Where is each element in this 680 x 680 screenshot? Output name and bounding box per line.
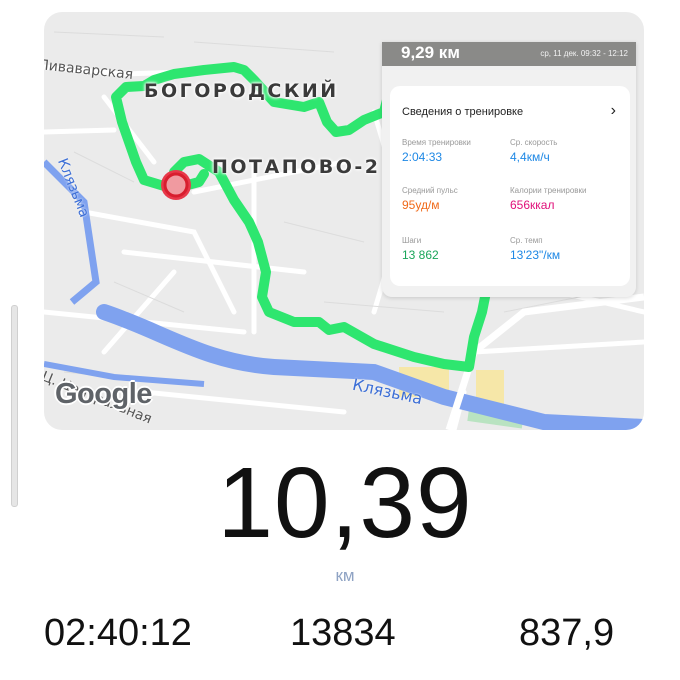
overlay-distance: 9,29 км xyxy=(401,43,460,62)
metric-value: 95уд/м xyxy=(402,198,440,212)
metric-value: 4,4км/ч xyxy=(510,150,550,164)
metric-calories: Калории тренировки 656ккал xyxy=(510,186,620,212)
metric-value: 656ккал xyxy=(510,198,555,212)
map-view[interactable]: Пиваварская БОГОРОДСКИЙ ПОТАПОВО-2 Ц. Це… xyxy=(44,12,644,430)
metric-avg-heart-rate: Средний пульс 95уд/м xyxy=(402,186,512,212)
total-distance-unit: км xyxy=(335,566,355,585)
duration-value: 02:40:12 xyxy=(44,612,192,654)
metric-duration: Время тренировки 2:04:33 xyxy=(402,138,512,164)
total-distance-value: 10,39 xyxy=(217,447,473,559)
district-label-bogorodsky: БОГОРОДСКИЙ xyxy=(144,80,339,102)
metric-avg-speed: Ср. скорость 4,4км/ч xyxy=(510,138,620,164)
metric-value: 2:04:33 xyxy=(402,150,443,164)
metric-steps: Шаги 13 862 xyxy=(402,236,512,262)
metric-label: Средний пульс xyxy=(402,186,458,195)
workout-overlay-card[interactable]: 9,29 км ср, 11 дек. 09:32 - 12:12 Сведен… xyxy=(382,42,636,297)
workout-details-panel[interactable]: Сведения о тренировке › Время тренировки… xyxy=(390,86,630,286)
metric-label: Ср. скорость xyxy=(510,138,558,147)
chevron-right-icon[interactable]: › xyxy=(611,102,616,120)
third-stat-value: 837,9 xyxy=(519,612,615,654)
metric-value: 13'23"/км xyxy=(510,248,561,262)
metric-value: 13 862 xyxy=(402,248,439,262)
overlay-date: ср, 11 дек. 09:32 - 12:12 xyxy=(540,49,628,58)
overlay-header: 9,29 км ср, 11 дек. 09:32 - 12:12 xyxy=(382,42,636,66)
steps-value: 13834 xyxy=(290,612,396,654)
district-label-potapovo: ПОТАПОВО-2 xyxy=(212,156,381,178)
metric-label: Калории тренировки xyxy=(510,186,587,195)
metric-label: Шаги xyxy=(402,236,422,245)
metric-label: Время тренировки xyxy=(402,138,471,147)
metric-avg-pace: Ср. темп 13'23"/км xyxy=(510,236,620,262)
workout-details-title: Сведения о тренировке xyxy=(402,106,524,118)
google-logo: Google xyxy=(55,378,152,410)
metric-label: Ср. темп xyxy=(510,236,543,245)
